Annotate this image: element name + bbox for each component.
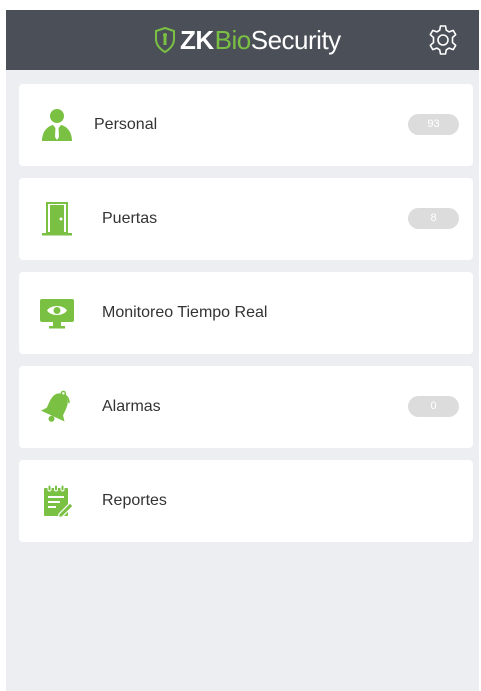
menu-item-label: Reportes (102, 492, 167, 509)
menu-item-label: Puertas (102, 210, 158, 227)
gear-icon[interactable] (426, 23, 460, 57)
menu-item-alarmas[interactable]: Alarmas 0 (19, 366, 473, 448)
menu-item-label: Monitoreo Tiempo Real (102, 304, 268, 321)
count-badge: 8 (408, 208, 459, 229)
shield-icon (155, 27, 175, 53)
menu-item-label: Alarmas (102, 398, 161, 415)
count-badge: 93 (408, 114, 459, 135)
menu-item-personal[interactable]: Personal 93 (19, 84, 473, 166)
monitor-eye-icon (40, 299, 74, 329)
report-icon (44, 484, 74, 519)
count-badge: 0 (408, 396, 459, 417)
menu-item-puertas[interactable]: Puertas 8 (19, 178, 473, 260)
app-header: ZK Bio Security (6, 10, 479, 70)
logo-security-text: Security (250, 24, 341, 55)
zkbiosecurity-logo: ZK Bio Security (154, 23, 341, 57)
menu-item-reportes[interactable]: Reportes (19, 460, 473, 542)
menu-item-label: Personal (94, 116, 158, 133)
bell-icon (40, 390, 70, 422)
logo-zk-text: ZK (180, 24, 214, 55)
menu-item-monitoreo[interactable]: Monitoreo Tiempo Real (19, 272, 473, 354)
app-screen: ZK Bio Security Personal 93 Puertas 8 Mo… (6, 10, 479, 691)
door-icon (42, 202, 72, 236)
logo-bio-text: Bio (214, 24, 252, 55)
person-icon (42, 109, 72, 141)
